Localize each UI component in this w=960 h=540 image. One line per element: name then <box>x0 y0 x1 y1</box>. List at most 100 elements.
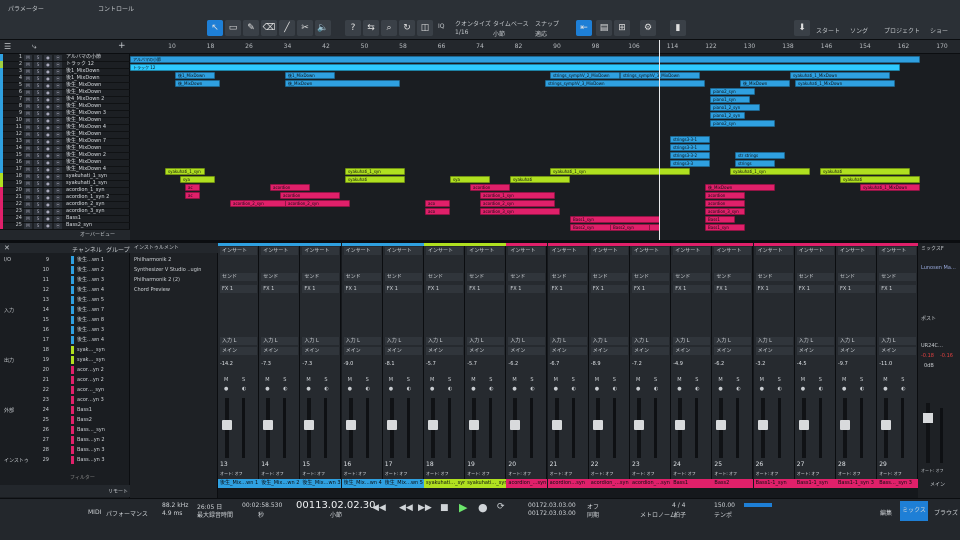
input-select[interactable]: 入力 L <box>590 337 628 345</box>
group-header[interactable]: グループ <box>106 245 130 254</box>
output-select[interactable]: メイン <box>467 347 505 355</box>
snap-value[interactable]: 適応 <box>535 29 547 38</box>
auto-scroll-icon[interactable]: ◫ <box>417 20 433 36</box>
fader-knob[interactable] <box>551 420 562 430</box>
insert-slot[interactable]: インサート <box>220 247 257 255</box>
channel-row[interactable]: 24 Bass1 <box>35 405 127 415</box>
solo-button[interactable]: S <box>34 223 42 229</box>
fader-knob[interactable] <box>840 420 850 430</box>
channel-name[interactable]: syakuhati…_syn <box>424 479 465 488</box>
layout-icon[interactable]: ▤ <box>596 20 612 36</box>
fx-send[interactable]: FX 1 <box>755 285 793 293</box>
channel-name[interactable]: 後生_Mix…wn 2 <box>259 479 301 488</box>
clip[interactable]: 後_MixDown <box>705 184 775 191</box>
timeline-ruler[interactable]: 10 18 26 34 42 50 58 66 74 82 90 98 106 114 122 130 138 1… <box>130 40 960 54</box>
fader-knob[interactable] <box>428 420 438 430</box>
send-slot[interactable]: センド <box>220 273 257 281</box>
tempo-icon[interactable]: ⚙ <box>640 20 656 36</box>
clip[interactable]: トラック 12 <box>130 64 900 71</box>
output-select[interactable]: メイン <box>302 347 340 355</box>
clip[interactable]: アルバマの小節 <box>130 56 920 63</box>
add-track-icon[interactable]: + <box>118 41 126 51</box>
monitor-button[interactable]: ⦿ <box>54 223 62 229</box>
input-select[interactable]: 入力 L <box>384 337 422 345</box>
loop-icon[interactable]: ↻ <box>399 20 415 36</box>
channel-name[interactable]: 後生_Mix…wn 4 <box>341 479 383 488</box>
automation-label[interactable]: オート: オフ <box>591 471 628 477</box>
mute-button[interactable]: M <box>24 223 32 229</box>
fader-knob[interactable] <box>592 420 603 430</box>
clip[interactable]: piano2_syn <box>710 88 755 95</box>
fader-knob[interactable] <box>386 420 397 430</box>
loop-start[interactable]: 00172.03.03.00 <box>528 502 576 509</box>
clip[interactable]: 後_MixDown <box>285 80 400 87</box>
main-fader-knob[interactable] <box>923 413 933 423</box>
clip[interactable]: strings_symphV_3_MixDown <box>545 80 705 87</box>
send-slot[interactable]: センド <box>632 273 669 281</box>
channel-name[interactable]: 後生_Mix…wn 5 <box>382 479 424 488</box>
automation-label[interactable]: オート: オフ <box>302 471 339 477</box>
output-select[interactable]: メイン <box>879 347 917 355</box>
channel-row[interactable]: 19 syak…_syn <box>35 355 127 365</box>
eraser-tool-icon[interactable]: ⌫ <box>261 20 277 36</box>
send-slot[interactable]: センド <box>302 273 340 281</box>
clip[interactable]: sya <box>450 176 490 183</box>
channel-name[interactable]: 後生_Mix…wn 1 <box>218 479 259 488</box>
main-fader-track[interactable] <box>926 403 930 463</box>
instrument-item[interactable]: Philharmonik 2 <box>134 255 218 265</box>
fx-send[interactable]: FX 1 <box>426 285 463 293</box>
tempo-value[interactable]: 150.00 <box>714 502 735 509</box>
fx-send[interactable]: FX 1 <box>590 285 628 293</box>
channel-row[interactable]: 23 acor…yn 3 <box>35 395 127 405</box>
insert-slot[interactable]: インサート <box>796 247 834 255</box>
fader-knob[interactable] <box>469 420 480 430</box>
play-icon[interactable]: ▶ <box>459 501 467 514</box>
side-tab[interactable]: I/O <box>4 257 11 263</box>
input-select[interactable]: 入力 L <box>714 337 752 345</box>
clip[interactable]: acordion_2_syn <box>285 200 350 207</box>
clip[interactable]: acordion <box>705 192 745 199</box>
clip[interactable]: syakuhati_1_MixDown <box>860 184 920 191</box>
clip[interactable]: syakuhati_1_syn <box>550 168 690 175</box>
clip[interactable]: acordion <box>470 184 510 191</box>
clip[interactable]: acordion <box>270 184 310 191</box>
instrument-item[interactable]: Philharmonik 2 (2) <box>134 275 218 285</box>
fx-send[interactable]: FX 1 <box>343 285 381 293</box>
send-slot[interactable]: センド <box>796 273 834 281</box>
clip[interactable]: strings3-3-1 <box>670 144 710 151</box>
speaker-tool-icon[interactable]: 🔈 <box>315 20 331 36</box>
automation-label[interactable]: オート: オフ <box>220 471 257 477</box>
edit-tab[interactable]: 編集 <box>880 508 892 517</box>
clip[interactable]: piano1_syn <box>710 96 750 103</box>
clip[interactable]: syakuhati <box>510 176 570 183</box>
clip[interactable]: 後1_MixDown <box>285 72 335 79</box>
output-select[interactable]: メイン <box>220 347 257 355</box>
channel-row[interactable]: 11 後生…wn 3 <box>35 275 127 285</box>
zoom-icon[interactable]: ⌕ <box>381 20 397 36</box>
timebase-value[interactable]: 小節 <box>493 29 505 38</box>
fx-send[interactable]: FX 1 <box>838 285 875 293</box>
channel-row[interactable]: 16 後生…wn 3 <box>35 325 127 335</box>
clip[interactable]: strings3-3-2 <box>670 152 710 159</box>
send-slot[interactable]: センド <box>549 273 587 281</box>
output-select[interactable]: メイン <box>343 347 381 355</box>
input-select[interactable]: 入力 L <box>426 337 463 345</box>
clip[interactable]: Bass2_syn <box>610 224 650 231</box>
side-tab[interactable]: 外部 <box>4 407 14 414</box>
fader-knob[interactable] <box>798 420 809 430</box>
song-button[interactable]: ソング <box>850 26 868 35</box>
pencil-tool-icon[interactable]: ✎ <box>243 20 259 36</box>
output-device[interactable]: UR24C… <box>921 343 943 349</box>
automation-label[interactable]: オート: オフ <box>632 471 669 477</box>
insert-slot[interactable]: インサート <box>508 247 546 255</box>
channel-name[interactable]: Bass…_syn 3 <box>877 479 919 488</box>
send-slot[interactable]: センド <box>261 273 299 281</box>
automation-label[interactable]: オート: オフ <box>508 471 545 477</box>
clip[interactable]: str strings <box>735 152 785 159</box>
control-label[interactable]: コントロール <box>98 4 134 13</box>
clip[interactable]: 後1_MixDown <box>175 72 215 79</box>
metronome-label[interactable]: メトロノーム <box>640 510 676 519</box>
fx-send[interactable]: FX 1 <box>714 285 752 293</box>
insert-slot[interactable]: インサート <box>302 247 340 255</box>
playhead[interactable] <box>659 40 660 240</box>
